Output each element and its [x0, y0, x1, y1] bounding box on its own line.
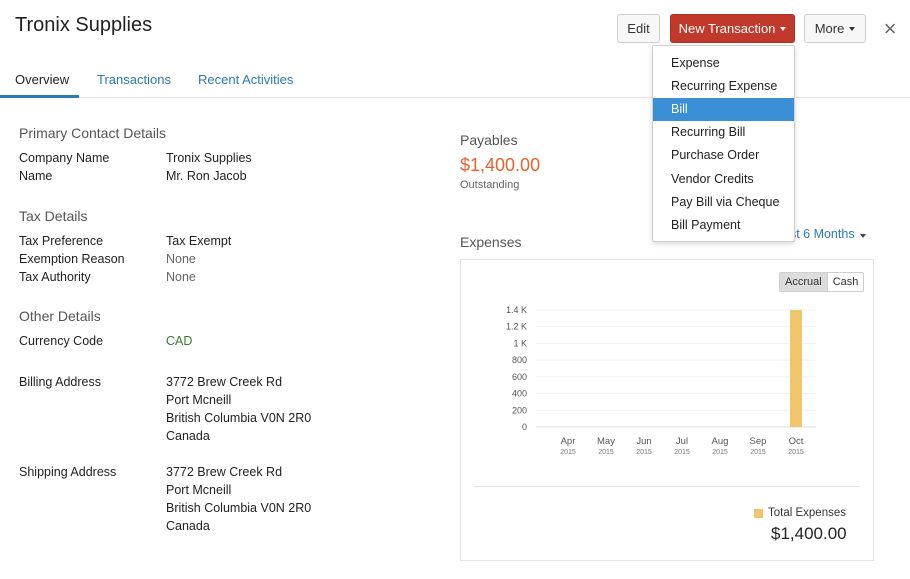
payables-status: Outstanding: [460, 179, 520, 191]
shipping-address-line: Port Mcneill: [166, 483, 232, 497]
accounting-basis-toggle: Accrual Cash: [779, 272, 865, 292]
contact-name-value: Mr. Ron Jacob: [166, 169, 247, 183]
edit-button[interactable]: Edit: [617, 14, 660, 43]
billing-address-line: Canada: [166, 429, 210, 443]
exemption-reason-value: None: [166, 252, 196, 266]
y-tick-label: 600: [512, 372, 527, 382]
x-tick-year: 2015: [674, 449, 690, 456]
menu-item-recurring-bill[interactable]: Recurring Bill: [653, 121, 794, 144]
period-selector[interactable]: ast 6 Months: [783, 227, 866, 241]
caret-down-icon: [849, 27, 856, 31]
x-tick-year: 2015: [750, 449, 766, 456]
other-details-heading: Other Details: [19, 308, 101, 324]
x-tick-label: Sep: [750, 436, 767, 447]
cash-toggle[interactable]: Cash: [828, 273, 864, 291]
y-tick-label: 400: [512, 389, 527, 399]
menu-item-bill-payment[interactable]: Bill Payment: [653, 214, 794, 237]
shipping-address-label: Shipping Address: [19, 465, 117, 479]
exemption-reason-label: Exemption Reason: [19, 252, 125, 266]
tab-recent-activities[interactable]: Recent Activities: [198, 72, 293, 87]
total-expenses-value: $1,400.00: [771, 524, 847, 543]
y-tick-label: 1.4 K: [506, 305, 527, 315]
edit-button-label: Edit: [627, 21, 650, 36]
legend-label: Total Expenses: [768, 507, 846, 519]
page-title: Tronix Supplies: [15, 14, 153, 36]
menu-item-purchase-order[interactable]: Purchase Order: [653, 144, 794, 167]
billing-address-line: 3772 Brew Creek Rd: [166, 375, 283, 389]
y-tick-label: 200: [512, 405, 527, 415]
menu-item-expense[interactable]: Expense: [653, 52, 794, 75]
tax-details-heading: Tax Details: [19, 208, 88, 224]
close-icon[interactable]: ×: [880, 18, 900, 40]
shipping-address-line: 3772 Brew Creek Rd: [166, 465, 283, 479]
new-transaction-button[interactable]: New Transaction: [670, 14, 795, 43]
x-tick-label: Jul: [676, 436, 688, 447]
bar: [790, 310, 802, 427]
x-tick-label: Apr: [561, 436, 576, 447]
company-name-label: Company Name: [19, 151, 110, 165]
company-name-value: Tronix Supplies: [166, 151, 252, 165]
tax-authority-label: Tax Authority: [19, 270, 91, 284]
accrual-toggle[interactable]: Accrual: [780, 273, 828, 291]
y-tick-label: 800: [512, 355, 527, 365]
x-tick-year: 2015: [636, 449, 652, 456]
x-tick-label: May: [597, 436, 615, 447]
shipping-address-line: British Columbia V0N 2R0: [166, 501, 312, 515]
billing-address-label: Billing Address: [19, 375, 101, 389]
tax-preference-value: Tax Exempt: [166, 234, 232, 248]
expenses-chart: 0 200 400 600 800 1 K 1.2 K 1.4 K Apr 2015 May 2015…: [506, 305, 816, 456]
x-tick-year: 2015: [598, 449, 614, 456]
more-button[interactable]: More: [804, 14, 866, 43]
active-tab-indicator: [0, 95, 79, 98]
primary-contact-heading: Primary Contact Details: [19, 125, 167, 141]
menu-item-bill[interactable]: Bill: [653, 98, 794, 121]
x-tick-label: Aug: [712, 436, 729, 447]
currency-code-label: Currency Code: [19, 334, 104, 348]
y-tick-label: 0: [522, 422, 527, 432]
more-button-label: More: [814, 21, 845, 36]
new-transaction-label: New Transaction: [678, 21, 776, 36]
payables-amount: $1,400.00: [460, 155, 541, 175]
caret-down-icon: [780, 27, 787, 31]
expenses-heading: Expenses: [460, 234, 522, 250]
new-transaction-menu: Expense Recurring Expense Bill Recurring…: [652, 45, 795, 242]
tax-authority-value: None: [166, 270, 196, 284]
x-tick-label: Jun: [636, 436, 651, 447]
menu-item-recurring-expense[interactable]: Recurring Expense: [653, 75, 794, 98]
tab-overview[interactable]: Overview: [15, 72, 69, 87]
contact-name-label: Name: [19, 169, 53, 183]
menu-item-pay-bill-via-cheque[interactable]: Pay Bill via Cheque: [653, 191, 794, 214]
billing-address-line: Port Mcneill: [166, 393, 232, 407]
y-tick-label: 1.2 K: [506, 322, 527, 332]
legend-divider: [474, 486, 860, 487]
x-tick-year: 2015: [560, 449, 576, 456]
currency-code-value: CAD: [166, 334, 193, 348]
legend-swatch: [754, 509, 763, 518]
shipping-address-line: Canada: [166, 519, 210, 533]
billing-address-line: British Columbia V0N 2R0: [166, 411, 312, 425]
caret-down-icon: [859, 234, 866, 238]
menu-item-vendor-credits[interactable]: Vendor Credits: [653, 168, 794, 191]
x-tick-year: 2015: [712, 449, 728, 456]
payables-heading: Payables: [460, 132, 518, 148]
tax-preference-label: Tax Preference: [19, 234, 104, 248]
x-tick-label: Oct: [789, 436, 804, 447]
y-tick-label: 1 K: [513, 338, 527, 348]
tab-transactions[interactable]: Transactions: [97, 72, 171, 87]
x-tick-year: 2015: [788, 449, 804, 456]
